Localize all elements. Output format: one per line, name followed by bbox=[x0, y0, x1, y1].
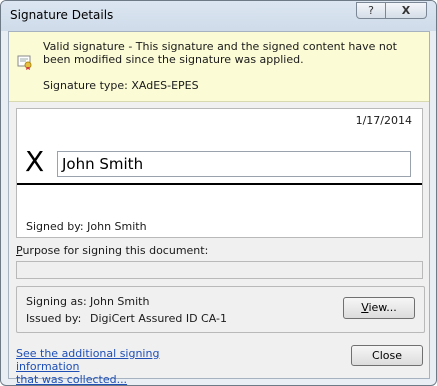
signature-details-window: Signature Details ? X Valid signature - … bbox=[0, 0, 437, 386]
purpose-label: Purpose for signing this document: bbox=[16, 244, 208, 257]
signer-name-field: John Smith bbox=[57, 151, 411, 177]
signing-as-value: John Smith bbox=[90, 295, 150, 308]
window-close-button[interactable]: X bbox=[385, 2, 427, 19]
dialog-body: Valid signature - This signature and the… bbox=[8, 31, 430, 385]
signing-as-label: Signing as: bbox=[26, 295, 87, 308]
view-certificate-button[interactable]: View... bbox=[343, 297, 415, 319]
signature-x-mark: X bbox=[25, 145, 45, 178]
title-bar: Signature Details ? X bbox=[1, 1, 436, 31]
issued-by-value: DigiCert Assured ID CA-1 bbox=[90, 312, 227, 325]
signature-preview: 1/17/2014 X John Smith Signed by: John S… bbox=[16, 108, 423, 238]
signer-info-panel: Signing as: John Smith Issued by: DigiCe… bbox=[16, 286, 425, 333]
purpose-label-text: urpose for signing this document: bbox=[22, 244, 209, 257]
close-button[interactable]: Close bbox=[351, 345, 423, 366]
signed-by-text: Signed by: John Smith bbox=[26, 220, 147, 233]
purpose-input[interactable] bbox=[16, 261, 423, 279]
certificate-icon bbox=[17, 54, 33, 70]
validity-message: Valid signature - This signature and the… bbox=[43, 40, 397, 66]
link-line-2: that was collected... bbox=[16, 373, 128, 386]
view-button-text: iew... bbox=[368, 301, 397, 314]
signature-line bbox=[17, 183, 422, 185]
issued-by-label: Issued by: bbox=[26, 312, 82, 325]
help-button[interactable]: ? bbox=[356, 2, 386, 19]
link-line-1: See the additional signing information bbox=[16, 347, 160, 373]
validity-info-bar: Valid signature - This signature and the… bbox=[9, 32, 429, 102]
signature-type-text: Signature type: XAdES-EPES bbox=[43, 79, 199, 92]
window-title: Signature Details bbox=[10, 8, 114, 22]
signature-date: 1/17/2014 bbox=[355, 114, 412, 127]
additional-info-link[interactable]: See the additional signing information t… bbox=[16, 347, 216, 386]
